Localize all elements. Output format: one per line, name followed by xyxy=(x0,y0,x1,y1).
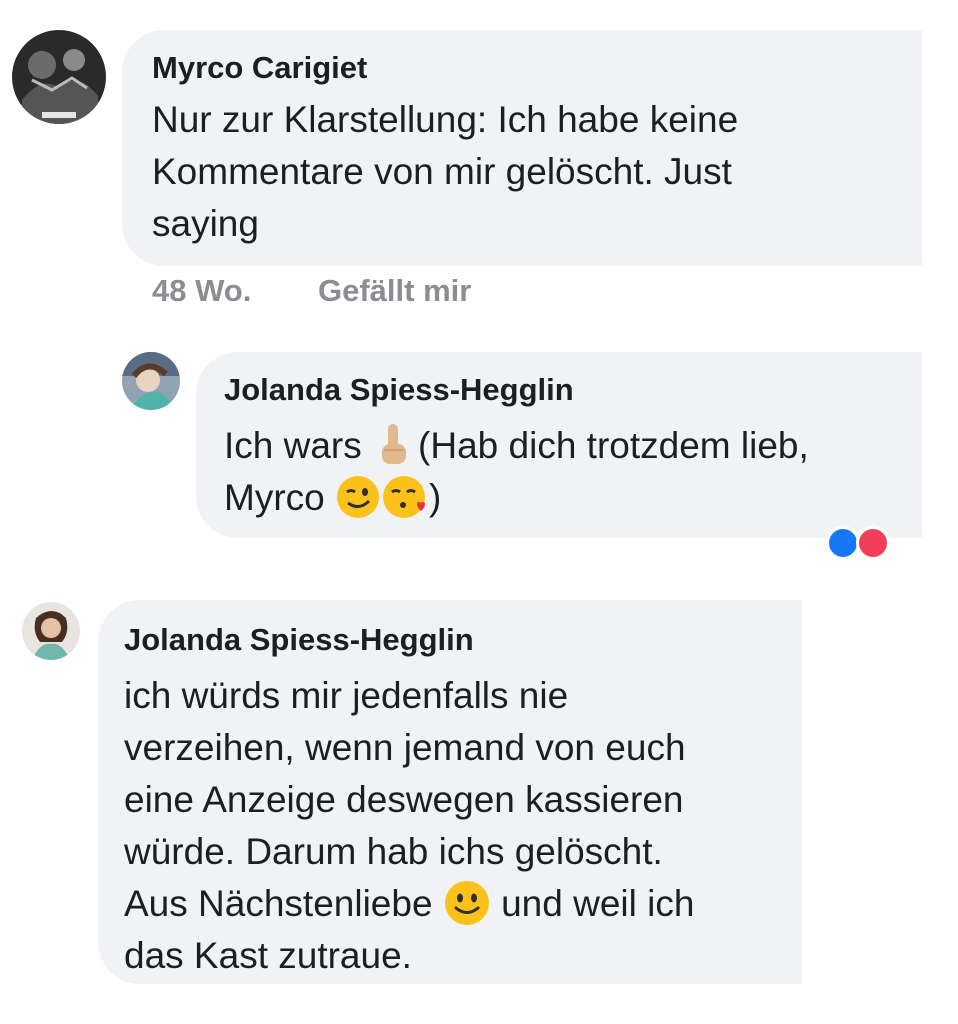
avatar-jolanda-image xyxy=(22,602,80,660)
comment-text-part: und weil ich xyxy=(501,883,695,924)
avatar-jolanda-reply-image xyxy=(122,352,180,410)
comment-author[interactable]: Myrco Carigiet xyxy=(152,50,367,86)
comment-text: ich würds mir jedenfalls nie verzeihen, … xyxy=(124,670,794,982)
face-blowing-kiss-emoji xyxy=(381,474,429,520)
comment-bubble-jolanda-reply: Jolanda Spiess-Hegglin Ich wars (Hab dic… xyxy=(196,352,922,538)
avatar-jolanda[interactable] xyxy=(22,602,80,660)
avatar-jolanda-reply[interactable] xyxy=(122,352,180,410)
comment-bubble-myrco: Myrco Carigiet Nur zur Klarstellung: Ich… xyxy=(122,30,922,266)
slightly-smiling-face-emoji xyxy=(443,879,491,927)
comment-text-part: das Kast zutraue. xyxy=(124,935,412,977)
comment-author[interactable]: Jolanda Spiess-Hegglin xyxy=(224,372,574,408)
comment-author[interactable]: Jolanda Spiess-Hegglin xyxy=(124,622,474,658)
comment-text-part: (Hab dich trotzdem lieb, xyxy=(418,425,809,466)
comment-timestamp[interactable]: 48 Wo. xyxy=(152,273,251,309)
avatar-myrco-image xyxy=(12,30,106,124)
comment-text-part: Aus Nächstenliebe xyxy=(124,883,433,924)
comment-text-part: ich würds mir jedenfalls nie verzeihen, … xyxy=(124,675,686,872)
like-reaction-icon[interactable] xyxy=(826,526,860,560)
comment-text-part: Ich wars xyxy=(224,425,362,466)
avatar-myrco[interactable] xyxy=(12,30,106,124)
comment-text: Nur zur Klarstellung: Ich habe keine Kom… xyxy=(152,99,739,244)
pointing-up-emoji xyxy=(372,422,418,468)
comment-bubble-jolanda: Jolanda Spiess-Hegglin ich würds mir jed… xyxy=(98,600,802,984)
comment-text: Ich wars (Hab dich trotzdem lieb, Myrco xyxy=(224,420,914,524)
comment-thread-bottom: Jolanda Spiess-Hegglin ich würds mir jed… xyxy=(0,582,802,984)
comment-thread-top: Myrco Carigiet Nur zur Klarstellung: Ich… xyxy=(0,0,922,560)
winking-face-emoji xyxy=(335,474,381,520)
comment-text-part: ) xyxy=(429,477,442,518)
like-button[interactable]: Gefällt mir xyxy=(318,273,471,309)
love-reaction-icon[interactable] xyxy=(856,526,890,560)
comment-text-part: Myrco xyxy=(224,477,325,518)
